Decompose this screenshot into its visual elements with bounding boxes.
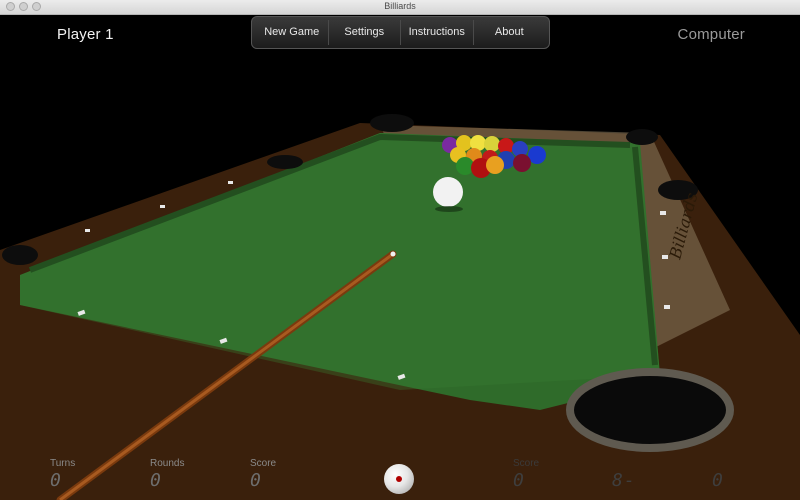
score-label: Score — [250, 458, 277, 469]
pocket-far-left — [370, 114, 414, 132]
player-one-label: Player 1 — [57, 26, 114, 43]
pocket-far-right — [626, 129, 658, 145]
rounds-value: 0 — [150, 470, 162, 491]
main-menu: New Game Settings Instructions About — [251, 16, 550, 49]
computer-label: Computer — [677, 26, 745, 43]
computer-score-value: 0 — [513, 470, 525, 491]
instructions-button[interactable]: Instructions — [401, 20, 474, 45]
computer-secondary-value: 8- — [612, 470, 636, 491]
game-window: Billiards Billiards Player 1 Computer Ne… — [0, 0, 800, 500]
rounds-label: Rounds — [150, 458, 185, 469]
settings-button[interactable]: Settings — [329, 20, 401, 45]
cue-tip — [390, 251, 396, 257]
cue-ball-spin-indicator[interactable] — [384, 464, 414, 494]
about-button[interactable]: About — [474, 20, 546, 45]
new-game-button[interactable]: New Game — [256, 20, 329, 45]
turns-value: 0 — [50, 470, 62, 491]
computer-score-label: Score — [513, 458, 540, 469]
pocket-left — [2, 245, 38, 265]
billiards-table-scene[interactable]: Billiards — [0, 15, 800, 500]
spin-point[interactable] — [396, 476, 402, 482]
score-value: 0 — [250, 470, 262, 491]
pocket-far-side — [267, 155, 303, 169]
cue-ball-shadow — [435, 206, 463, 212]
pocket-near-right — [566, 368, 734, 452]
turns-label: Turns — [50, 458, 76, 469]
window-title: Billiards — [384, 1, 416, 11]
cue-ball[interactable] — [433, 177, 463, 207]
title-bar: Billiards — [0, 0, 800, 15]
computer-last-value: 0 — [712, 470, 724, 491]
